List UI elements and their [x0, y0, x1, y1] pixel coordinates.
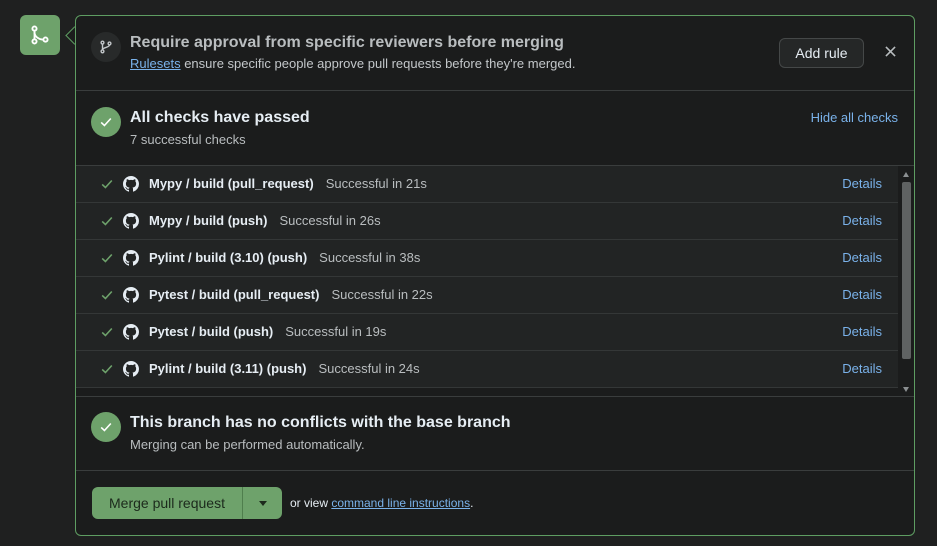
check-status: Successful in 19s: [285, 324, 387, 339]
checks-list: Mypy / build (pull_request) Successful in…: [76, 165, 914, 397]
checks-subtitle: 7 successful checks: [130, 132, 246, 147]
close-button[interactable]: [882, 43, 898, 59]
reviewer-rule-subtitle: Rulesets ensure specific people approve …: [130, 56, 575, 71]
github-icon: [123, 361, 139, 377]
scroll-down-arrow[interactable]: [903, 387, 909, 392]
details-link[interactable]: Details: [842, 287, 882, 302]
checks-scrollbar[interactable]: [898, 166, 914, 396]
close-icon: [884, 45, 896, 57]
git-merge-icon: [31, 25, 49, 45]
details-link[interactable]: Details: [842, 250, 882, 265]
check-status: Successful in 21s: [325, 176, 427, 191]
reviewer-rule-description: ensure specific people approve pull requ…: [180, 56, 576, 71]
reviewer-rule-title: Require approval from specific reviewers…: [130, 34, 564, 51]
reviewer-rule-section: Require approval from specific reviewers…: [76, 16, 914, 91]
checks-status-circle: [91, 107, 121, 137]
git-branch-icon: [100, 40, 112, 54]
check-status: Successful in 38s: [319, 250, 421, 265]
checks-summary-section: All checks have passed 7 successful chec…: [76, 91, 914, 165]
check-name: Pytest / build (push) Successful in 19s: [149, 324, 387, 339]
check-name: Pylint / build (3.10) (push) Successful i…: [149, 250, 421, 265]
conflicts-section: This branch has no conflicts with the ba…: [76, 396, 914, 471]
details-link[interactable]: Details: [842, 176, 882, 191]
check-icon: [101, 253, 113, 263]
add-rule-button[interactable]: Add rule: [779, 38, 864, 68]
merge-pull-request-button[interactable]: Merge pull request: [92, 487, 242, 519]
check-icon: [101, 364, 113, 374]
merge-status-badge: [20, 15, 60, 55]
github-icon: [123, 250, 139, 266]
github-icon: [123, 176, 139, 192]
check-status: Successful in 24s: [318, 361, 420, 376]
check-row: Pytest / build (pull_request) Successful …: [76, 277, 898, 314]
check-row: Pylint / build (3.11) (push) Successful i…: [76, 351, 898, 388]
check-name: Mypy / build (push) Successful in 26s: [149, 213, 381, 228]
branch-icon-circle: [91, 32, 121, 62]
conflicts-title: This branch has no conflicts with the ba…: [130, 414, 511, 431]
check-icon: [101, 290, 113, 300]
check-icon: [100, 422, 112, 432]
command-line-instructions-link[interactable]: command line instructions: [331, 496, 470, 510]
details-link[interactable]: Details: [842, 213, 882, 228]
check-icon: [101, 327, 113, 337]
check-row: Mypy / build (push) Successful in 26s Det…: [76, 203, 898, 240]
check-icon: [101, 216, 113, 226]
merge-box: Require approval from specific reviewers…: [75, 15, 915, 536]
hide-all-checks-link[interactable]: Hide all checks: [811, 110, 898, 125]
check-status: Successful in 22s: [331, 287, 433, 302]
check-icon: [100, 117, 112, 127]
check-name: Mypy / build (pull_request) Successful in…: [149, 176, 427, 191]
check-row: Pytest / build (push) Successful in 19s D…: [76, 314, 898, 351]
checks-title: All checks have passed: [130, 109, 310, 126]
check-row: Mypy / build (pull_request) Successful in…: [76, 166, 898, 203]
github-icon: [123, 324, 139, 340]
scroll-up-arrow[interactable]: [903, 172, 909, 177]
check-status: Successful in 26s: [279, 213, 381, 228]
details-link[interactable]: Details: [842, 324, 882, 339]
github-icon: [123, 213, 139, 229]
chevron-down-icon: [258, 500, 267, 506]
check-icon: [101, 179, 113, 189]
check-row: Pylint / build (3.10) (push) Successful i…: [76, 240, 898, 277]
scroll-thumb[interactable]: [902, 182, 911, 359]
merge-actions: Merge pull request or view command line …: [76, 471, 914, 535]
details-link[interactable]: Details: [842, 361, 882, 376]
github-icon: [123, 287, 139, 303]
check-name: Pylint / build (3.11) (push) Successful i…: [149, 361, 420, 376]
rulesets-link[interactable]: Rulesets: [130, 56, 181, 71]
conflicts-subtitle: Merging can be performed automatically.: [130, 437, 365, 452]
merge-options-dropdown[interactable]: [242, 487, 282, 519]
conflicts-status-circle: [91, 412, 121, 442]
command-line-hint: or view command line instructions.: [290, 496, 474, 510]
check-name: Pytest / build (pull_request) Successful …: [149, 287, 433, 302]
